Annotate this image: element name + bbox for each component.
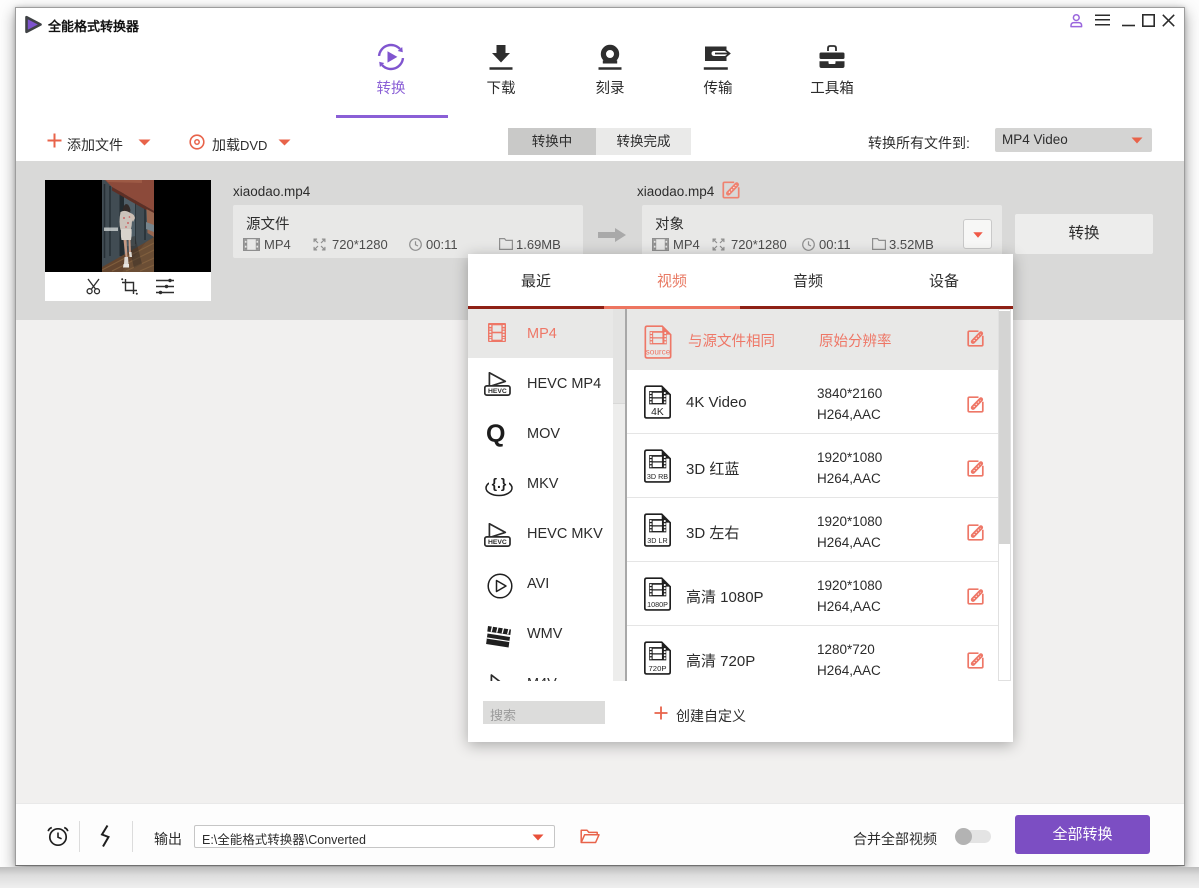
svg-text:720P: 720P: [648, 664, 666, 673]
svg-text:source: source: [646, 347, 671, 356]
svg-text:3D RB: 3D RB: [647, 472, 668, 481]
svg-text:4K: 4K: [651, 407, 664, 418]
svg-text:3D LR: 3D LR: [647, 536, 667, 545]
svg-text:HEVC: HEVC: [488, 388, 507, 395]
svg-text:1080P: 1080P: [647, 600, 668, 609]
svg-text:HEVC: HEVC: [488, 539, 507, 546]
svg-text:{.}: {.}: [492, 475, 507, 491]
